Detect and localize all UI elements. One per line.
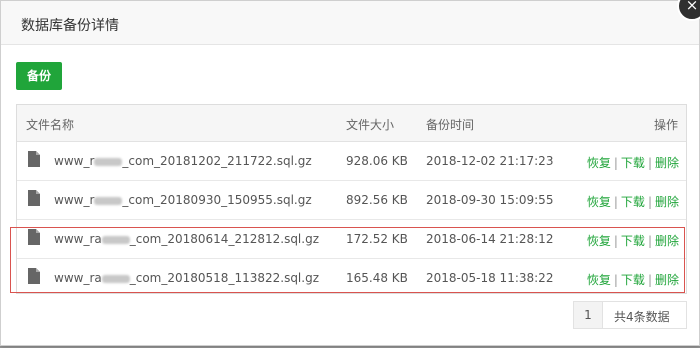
highlight-box — [10, 227, 685, 293]
header-file-size: 文件大小 — [346, 118, 395, 132]
delete-link[interactable]: 删除 — [655, 195, 679, 209]
backup-button[interactable]: 备份 — [16, 62, 62, 90]
pagination: 1 共4条数据 — [573, 301, 687, 329]
file-icon — [28, 190, 40, 206]
backup-time: 2018-12-02 21:17:23 — [426, 154, 554, 168]
file-size: 892.56 KB — [346, 193, 408, 207]
file-name: www_r _com_20180930_150955.sql.gz — [54, 193, 312, 207]
download-link[interactable]: 下载 — [621, 156, 645, 170]
row-operations: 恢复 | 下载 | 删除 — [586, 195, 679, 209]
total-count: 共4条数据 — [614, 310, 670, 324]
dialog-title: 数据库备份详情 — [21, 18, 119, 34]
redacted-text — [94, 157, 123, 166]
page-number[interactable]: 1 — [574, 302, 603, 328]
restore-link[interactable]: 恢复 — [587, 156, 611, 170]
file-size: 928.06 KB — [346, 154, 408, 168]
table-row: www_r _com_20180930_150955.sql.gz 892.56 … — [17, 181, 686, 220]
download-link[interactable]: 下载 — [621, 195, 645, 209]
backup-details-dialog: 数据库备份详情 备份 文件名称 文件大小 备份时间 操作 www_r _com_2… — [0, 0, 700, 346]
table-header: 文件名称 文件大小 备份时间 操作 — [17, 105, 686, 142]
file-icon — [28, 151, 40, 167]
header-operations: 操作 — [653, 118, 678, 132]
header-backup-time: 备份时间 — [426, 118, 475, 132]
redacted-text — [94, 196, 123, 205]
file-name: www_r _com_20181202_211722.sql.gz — [54, 154, 312, 168]
backup-time: 2018-09-30 15:09:55 — [426, 193, 554, 207]
table-row: www_r _com_20181202_211722.sql.gz 928.06 … — [17, 142, 686, 181]
delete-link[interactable]: 删除 — [655, 156, 679, 170]
header-file-name: 文件名称 — [26, 118, 75, 132]
restore-link[interactable]: 恢复 — [587, 195, 611, 209]
dialog-title-bar: 数据库备份详情 — [1, 1, 699, 45]
row-operations: 恢复 | 下载 | 删除 — [586, 156, 679, 170]
